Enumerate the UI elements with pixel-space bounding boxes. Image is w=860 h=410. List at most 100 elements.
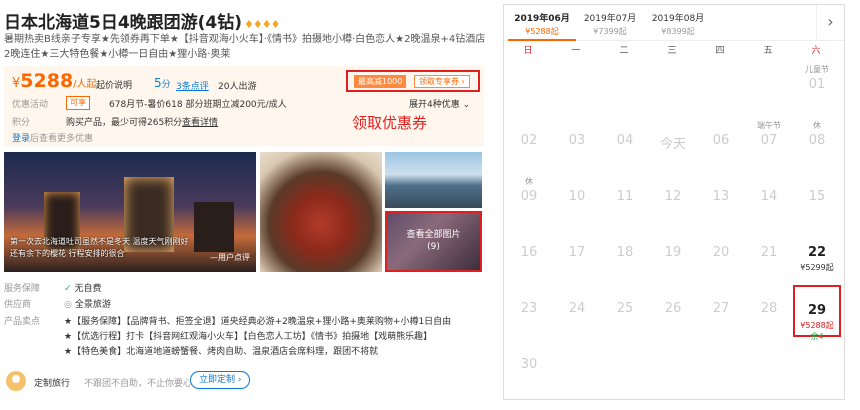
day-holiday-label: 休 — [525, 177, 533, 186]
calendar-day: 27 — [697, 285, 745, 337]
calendar-day[interactable]: 29 ¥5288起 余4 — [793, 285, 841, 341]
day-number: 21 — [760, 245, 778, 260]
highlights-label: 产品卖点 — [4, 317, 41, 327]
lake-photo[interactable] — [385, 152, 482, 208]
day-holiday-label — [601, 233, 649, 243]
login-link[interactable]: 登录 — [12, 134, 30, 144]
weekday: 六 — [811, 46, 821, 56]
photo-highlight-box — [385, 211, 482, 272]
day-holiday-label — [553, 289, 601, 299]
promo-label: 优惠活动 — [12, 100, 49, 110]
day-number: 27 — [712, 301, 730, 316]
calendar-day: 28 — [745, 285, 793, 337]
day-holiday-label — [697, 289, 745, 299]
day-number: 18 — [616, 245, 634, 260]
supplier-label: 供应商 — [4, 300, 32, 310]
day-holiday-label — [553, 233, 601, 243]
travelers-count: 20人出游 — [218, 82, 257, 92]
rating-score[interactable]: 5分 — [154, 76, 171, 90]
next-month-icon[interactable]: › — [816, 5, 844, 41]
day-number: 25 — [616, 301, 634, 316]
custom-trip-subtitle: 不跟团不自助，不止你要心 — [84, 379, 193, 389]
day-number: 09 — [520, 189, 538, 204]
promo-text: 678月节-暑价618 部分班期立减200元/成人 — [109, 100, 287, 110]
calendar-day: 13 — [697, 173, 745, 225]
calendar-day: 18 — [601, 229, 649, 281]
day-holiday-label — [745, 177, 793, 187]
price-amount: 5288 — [20, 70, 74, 92]
calendar-day: 端午节 07 — [745, 117, 793, 169]
price: ¥5288/人起 — [12, 70, 97, 92]
day-holiday-label — [553, 177, 601, 187]
photo-review-user: —用户点评 — [210, 253, 250, 262]
supplier-icon: ◎ — [64, 300, 72, 310]
calendar-day: 30 — [505, 341, 553, 393]
day-holiday-label — [601, 289, 649, 299]
highlight-item: ★【特色美食】北海道地道螃蟹餐、烤肉自助、温泉酒店会席料理，跟团不将就 — [64, 347, 379, 357]
coupon-annotation: 领取优惠券 — [352, 114, 428, 132]
day-number: 10 — [568, 189, 586, 204]
calendar-day: 休 09 — [505, 173, 553, 225]
diamond-rating-icon: ♦♦♦♦ — [244, 18, 280, 31]
product-title: 日本北海道5日4晚跟团游(4钻) ♦♦♦♦ — [4, 13, 280, 33]
weekday: 五 — [763, 46, 773, 56]
calendar-day: 02 — [505, 117, 553, 169]
calendar-day: 04 — [601, 117, 649, 169]
month-tab[interactable]: 2019年06月 ¥5288起 — [508, 11, 576, 41]
weekday: 二 — [619, 46, 629, 56]
day-number: 22 — [807, 245, 827, 260]
custom-trip-button[interactable]: 立即定制 › — [190, 371, 251, 389]
product-subtitle: 暑期热卖B线亲子专享★先领券再下单★【抖音观海小火车】·《情书》拍摄地小樽·白色… — [4, 34, 486, 60]
day-holiday-label — [697, 233, 745, 243]
photo-gallery: 第一次去北海道吐司虽然不是冬天 温度天气刚刚好 还有余下的樱花 行程安排的很合 … — [4, 152, 484, 274]
day-number: 12 — [664, 189, 682, 204]
day-number: 17 — [568, 245, 586, 260]
food-photo[interactable] — [260, 152, 382, 272]
calendar-day[interactable]: 22 ¥5299起 — [793, 229, 841, 281]
day-remaining: 余4 — [810, 332, 824, 341]
day-number: 14 — [760, 189, 778, 204]
day-number: 07 — [760, 133, 778, 148]
calendar-day: 10 — [553, 173, 601, 225]
price-panel: ¥5288/人起 起价说明 5分 3条点评 20人出游 最高减1000 领取专享… — [4, 66, 484, 146]
expand-promos-button[interactable]: 展开4种优惠 ⌄ — [409, 97, 470, 110]
main-photo[interactable]: 第一次去北海道吐司虽然不是冬天 温度天气刚刚好 还有余下的樱花 行程安排的很合 … — [4, 152, 256, 272]
calendar-day: 15 — [793, 173, 841, 225]
day-holiday-label — [505, 289, 553, 299]
check-icon: ✓ — [64, 284, 72, 294]
calendar-day: 17 — [553, 229, 601, 281]
reviews-link[interactable]: 3条点评 — [176, 79, 209, 92]
get-coupon-button[interactable]: 领取专享券 › — [414, 75, 470, 88]
day-number: 03 — [568, 133, 586, 148]
weekday: 日 — [523, 46, 533, 56]
coupon-max-tag: 最高减1000 — [354, 75, 407, 88]
price-info-link[interactable]: 起价说明 — [96, 78, 132, 91]
avatar-icon — [6, 371, 26, 391]
calendar-day: 25 — [601, 285, 649, 337]
day-holiday-label — [553, 121, 601, 131]
calendar-day: 今天 — [649, 117, 697, 169]
custom-trip-title: 定制旅行 — [34, 379, 71, 389]
month-tab[interactable]: 2019年08月 ¥8399起 — [644, 11, 712, 37]
day-price: ¥5288起 — [800, 321, 834, 330]
day-number: 06 — [712, 133, 730, 148]
day-number: 16 — [520, 245, 538, 260]
login-line: 登录后查看更多优惠 — [12, 134, 94, 144]
day-holiday-label — [505, 233, 553, 243]
promo-tag: 可享 — [66, 96, 90, 110]
supplier-value: ◎ 全景旅游 — [64, 300, 111, 310]
day-holiday-label: 端午节 — [757, 121, 781, 130]
calendar-day: 11 — [601, 173, 649, 225]
points-label: 积分 — [12, 118, 31, 128]
guarantee-label: 服务保障 — [4, 284, 41, 294]
day-number: 15 — [808, 189, 826, 204]
day-holiday-label — [697, 121, 745, 131]
points-details-link[interactable]: 查看详情 — [182, 115, 218, 128]
calendar-day: 23 — [505, 285, 553, 337]
points-text: 购买产品，最少可得265积分 — [66, 118, 183, 128]
day-holiday-label — [649, 177, 697, 187]
day-holiday-label — [649, 121, 697, 131]
month-tab[interactable]: 2019年07月 ¥7399起 — [576, 11, 644, 37]
departure-calendar: 2019年06月 ¥5288起 2019年07月 ¥7399起 2019年08月… — [503, 4, 845, 400]
weekday: 四 — [715, 46, 725, 56]
